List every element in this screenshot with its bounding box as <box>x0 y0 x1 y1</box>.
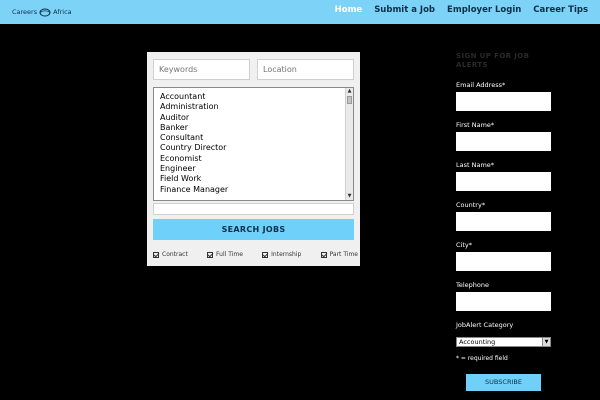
category-listbox[interactable]: Accountant Administration Auditor Banker… <box>153 87 354 201</box>
heading-line-2: ALERTS <box>456 61 488 69</box>
chevron-down-icon[interactable]: ▼ <box>542 338 550 346</box>
logo-text-careers: Careers <box>12 8 38 16</box>
city-label: City* <box>456 241 472 249</box>
globe-icon <box>39 8 51 16</box>
first-name-label: First Name* <box>456 121 495 129</box>
category-list: Accountant Administration Auditor Banker… <box>154 88 353 195</box>
category-label: JobAlert Category <box>456 321 514 329</box>
scroll-up-icon[interactable]: ▲ <box>346 88 353 95</box>
last-name-field[interactable] <box>456 172 551 191</box>
job-type-internship[interactable]: Internship <box>262 251 301 258</box>
search-jobs-button[interactable]: SEARCH JOBS <box>153 219 354 240</box>
job-alert-heading: SIGN UP FOR JOB ALERTS <box>456 52 596 70</box>
site-logo[interactable]: Careers Africa <box>12 6 72 18</box>
telephone-label: Telephone <box>456 281 490 289</box>
category-option[interactable]: Accountant <box>160 92 353 102</box>
nav-home[interactable]: Home <box>335 5 363 15</box>
listbox-scrollbar[interactable]: ▲ ▼ <box>345 88 353 200</box>
category-option[interactable]: Consultant <box>160 133 353 143</box>
required-note: * = required field <box>456 355 508 362</box>
first-name-field[interactable] <box>456 132 551 151</box>
checkbox-icon[interactable] <box>207 251 214 258</box>
job-type-label: Contract <box>162 251 188 258</box>
site-header: Careers Africa Home Submit a Job Employe… <box>0 0 600 24</box>
telephone-field[interactable] <box>456 292 551 311</box>
category-option[interactable]: Administration <box>160 102 353 112</box>
email-label: Email Address* <box>456 81 506 89</box>
location-input[interactable] <box>257 59 354 80</box>
subscribe-button[interactable]: SUBSCRIBE <box>466 374 541 391</box>
job-type-contract[interactable]: Contract <box>153 251 188 258</box>
extra-search-field[interactable] <box>153 203 354 215</box>
category-option[interactable]: Field Work <box>160 174 353 184</box>
selected-category: Accounting <box>459 338 496 346</box>
job-type-label: Internship <box>271 251 302 258</box>
category-option[interactable]: Finance Manager <box>160 185 353 195</box>
logo-text-africa: Africa <box>53 8 72 16</box>
category-option[interactable]: Engineer <box>160 164 353 174</box>
country-field[interactable] <box>456 212 551 231</box>
job-type-label: Full Time <box>216 251 243 258</box>
main-nav: Home Submit a Job Employer Login Career … <box>335 5 588 15</box>
nav-employer-login[interactable]: Employer Login <box>447 5 521 15</box>
job-type-label: Part Time <box>329 251 358 258</box>
job-type-filters: Contract Full Time Internship Part Time <box>153 251 358 258</box>
scroll-down-icon[interactable]: ▼ <box>346 193 353 200</box>
checkbox-icon[interactable] <box>153 251 159 258</box>
checkbox-icon[interactable] <box>262 251 269 258</box>
heading-line-1: SIGN UP FOR JOB <box>456 52 530 60</box>
last-name-label: Last Name* <box>456 161 495 169</box>
job-alert-form: SIGN UP FOR JOB ALERTS Email Address* Fi… <box>456 52 596 391</box>
job-search-panel: Accountant Administration Auditor Banker… <box>147 52 360 266</box>
scroll-thumb[interactable] <box>347 96 352 104</box>
nav-career-tips[interactable]: Career Tips <box>533 5 588 15</box>
email-field[interactable] <box>456 92 551 111</box>
country-label: Country* <box>456 201 486 209</box>
jobalert-category-select[interactable]: Accounting ▼ <box>456 337 551 347</box>
checkbox-icon[interactable] <box>320 251 327 258</box>
category-option[interactable]: Banker <box>160 123 353 133</box>
city-field[interactable] <box>456 252 551 271</box>
category-option[interactable]: Country Director <box>160 143 353 153</box>
keywords-input[interactable] <box>153 59 250 80</box>
category-option[interactable]: Economist <box>160 154 353 164</box>
category-option[interactable]: Auditor <box>160 113 353 123</box>
job-type-part-time[interactable]: Part Time <box>320 251 358 258</box>
nav-submit-job[interactable]: Submit a Job <box>374 5 435 15</box>
job-type-full-time[interactable]: Full Time <box>207 251 243 258</box>
